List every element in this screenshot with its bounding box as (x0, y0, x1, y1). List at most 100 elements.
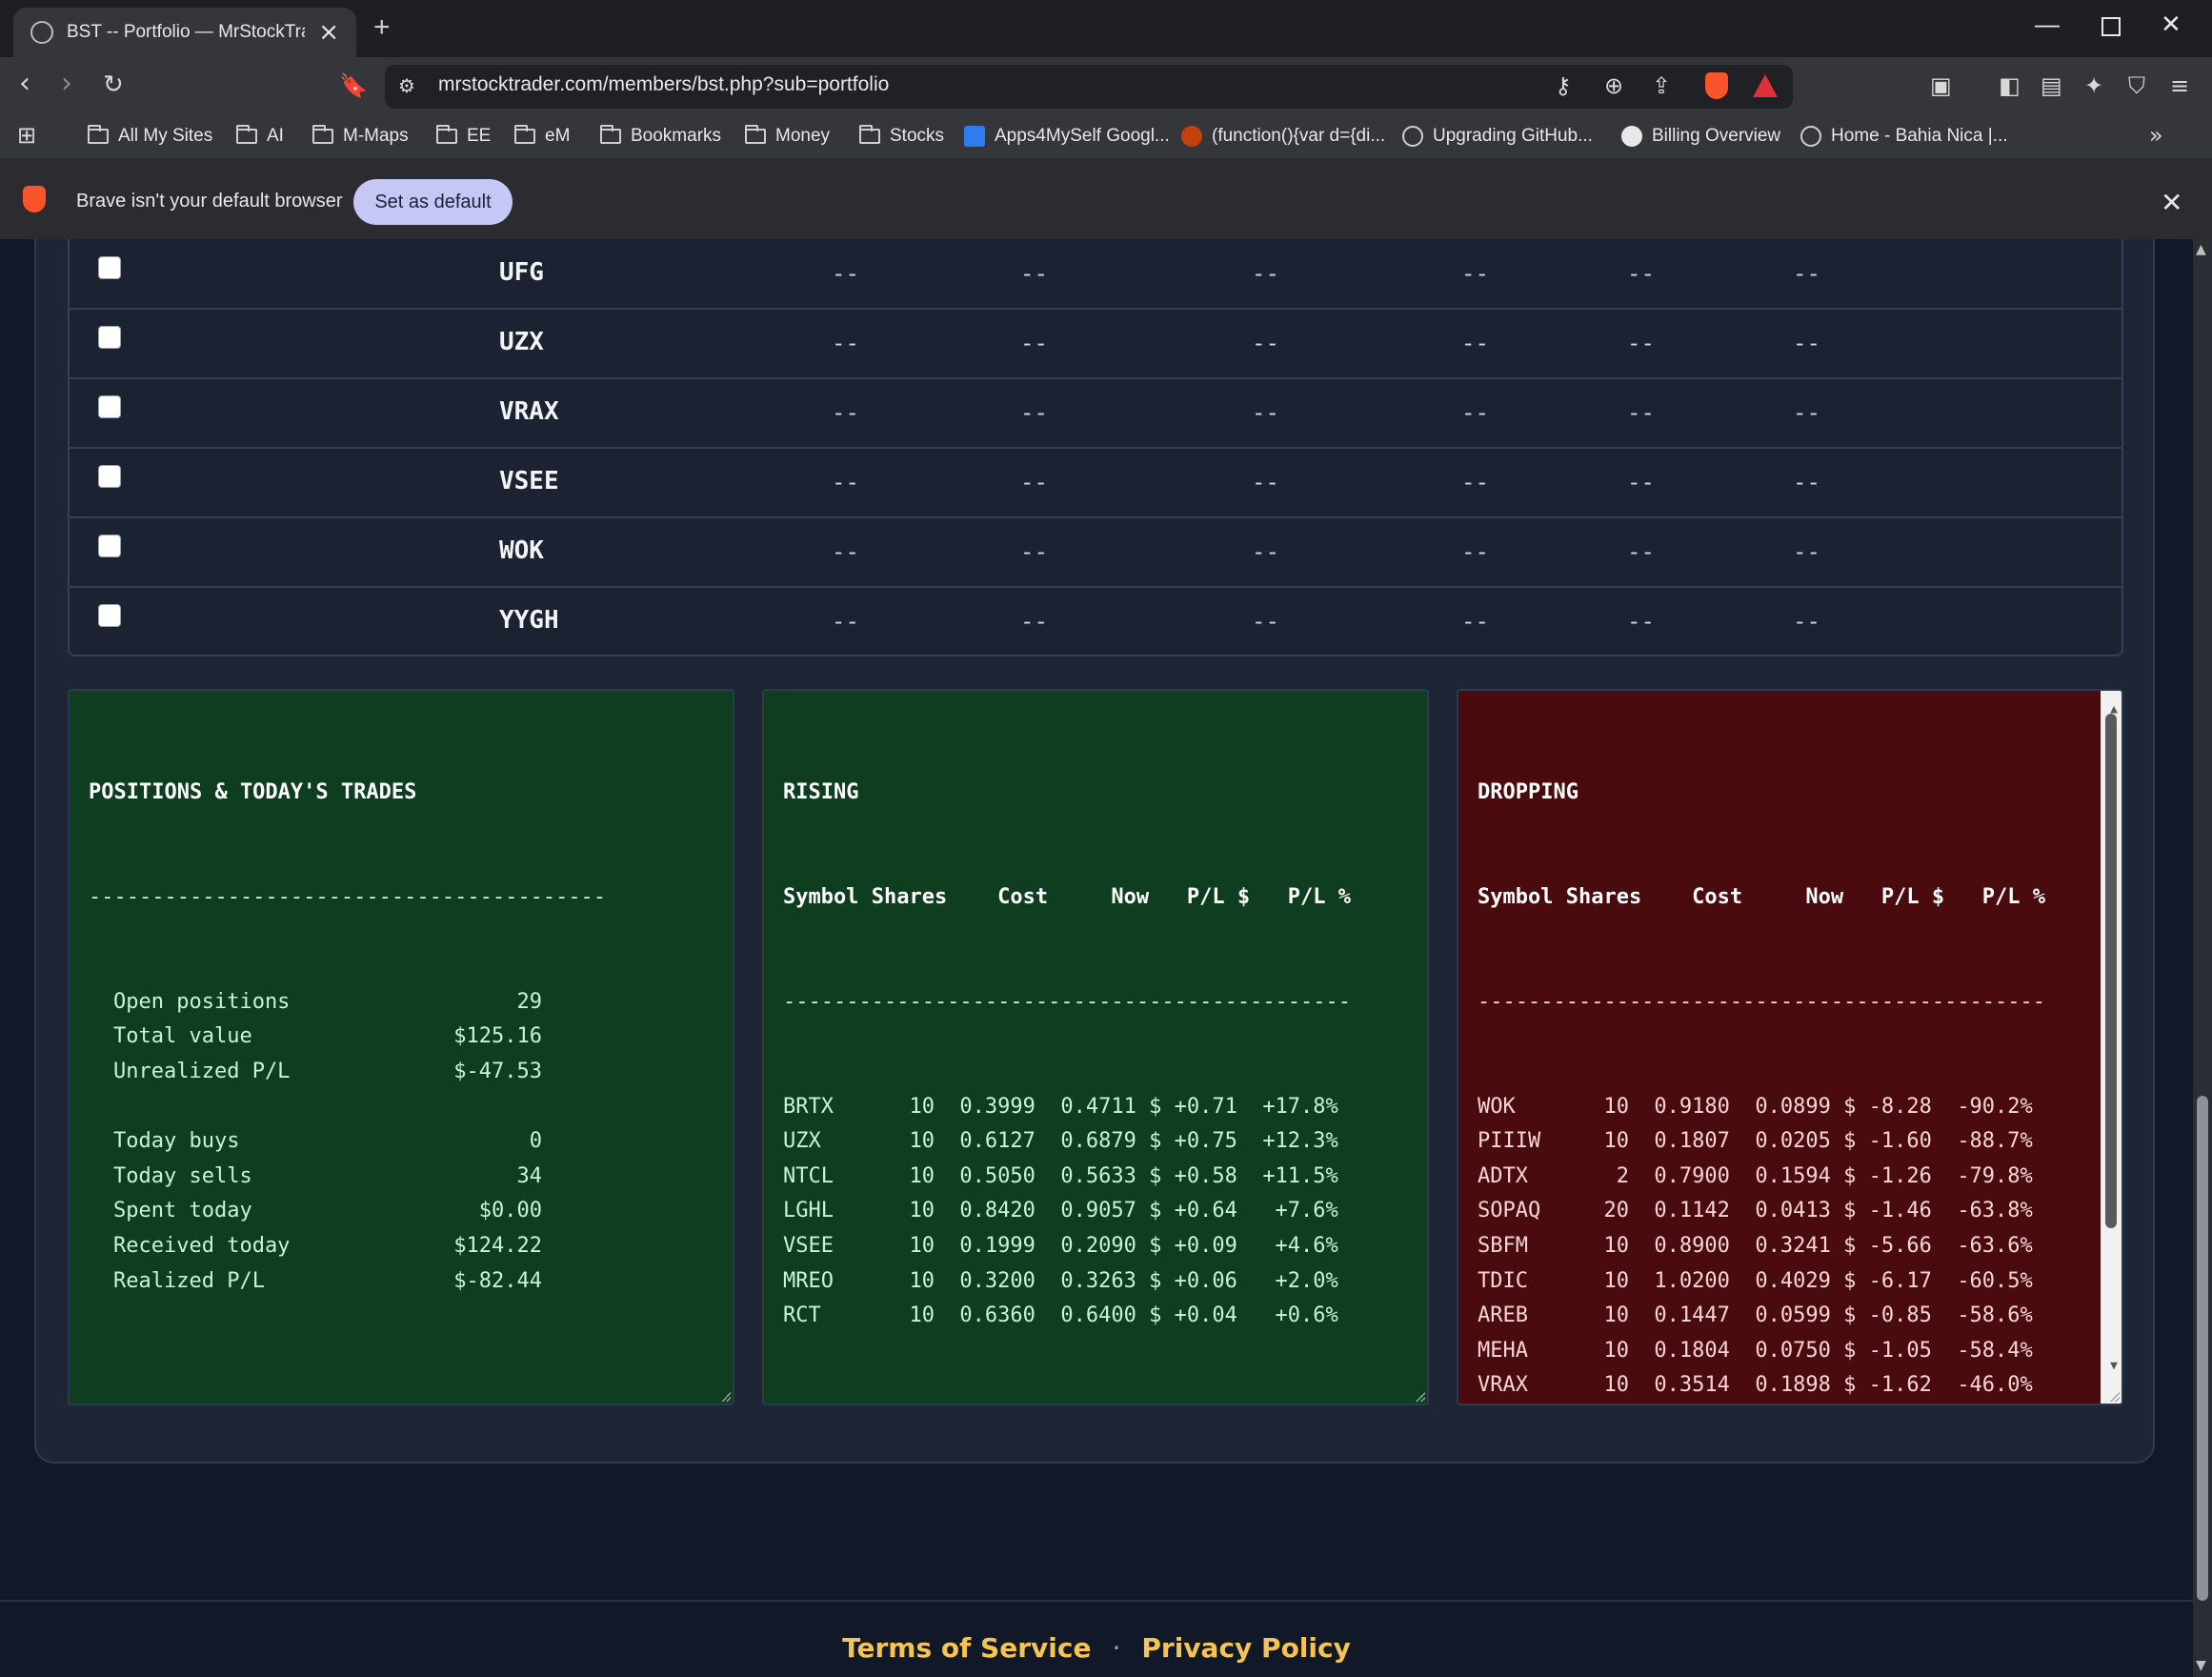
row-checkbox[interactable] (98, 395, 121, 418)
new-tab-button[interactable]: + (373, 11, 391, 44)
value-cell: -- (832, 608, 859, 635)
holdings-table: UFG -- -- -- -- -- -- UZX -- -- -- -- --… (68, 239, 2123, 657)
resize-handle[interactable] (721, 1392, 731, 1402)
tab-active[interactable]: BST -- Portfolio — MrStockTrader × (13, 8, 356, 57)
set-as-default-button[interactable]: Set as default (353, 179, 513, 225)
rising-row: UZX 10 0.6127 0.6879 $ +0.75 +12.3% (783, 1129, 1338, 1154)
wallet-icon[interactable]: ▤ (2041, 72, 2062, 99)
url-text[interactable]: mrstocktrader.com/members/bst.php?sub=po… (438, 73, 889, 96)
value-cell: -- (1020, 469, 1048, 495)
brave-rewards-icon[interactable] (1753, 74, 1778, 97)
apps-script-icon (964, 126, 985, 147)
scroll-down-icon[interactable]: ▼ (2196, 1658, 2206, 1673)
scroll-down-icon[interactable]: ▼ (2110, 1349, 2118, 1384)
dropping-row: SOPAQ 20 0.1142 0.0413 $ -1.46 -63.8% (1478, 1199, 2033, 1223)
value-cell: -- (832, 399, 859, 426)
minimize-icon[interactable]: — (2035, 10, 2060, 39)
bookmark-em[interactable]: eM (514, 122, 570, 151)
row-checkbox[interactable] (98, 604, 121, 627)
rising-header: Symbol Shares Cost Now P/L $ P/L % (783, 884, 1352, 909)
value-cell: -- (1461, 608, 1489, 635)
scroll-up-icon[interactable]: ▲ (2196, 242, 2206, 257)
reader-mode-icon[interactable]: ▣ (1930, 72, 1952, 99)
infobar-message: Brave isn't your default browser (76, 191, 343, 212)
bookmark-m-maps[interactable]: M-Maps (312, 122, 409, 151)
bookmark-home-bahia-nica[interactable]: Home - Bahia Nica |... (1800, 122, 2008, 151)
positions-divider: ----------------------------------------… (89, 884, 607, 909)
sidebar-icon[interactable]: ◧ (1999, 72, 2021, 99)
close-tab-icon[interactable]: × (318, 20, 339, 45)
bookmark-ai[interactable]: AI (236, 122, 284, 151)
maximize-icon[interactable] (2101, 17, 2121, 36)
tab-title: BST -- Portfolio — MrStockTrader (67, 22, 305, 42)
rising-title: RISING (783, 780, 859, 805)
bookmark-bookmarks[interactable]: Bookmarks (600, 122, 721, 151)
value-cell: -- (1020, 260, 1048, 287)
site-info-icon[interactable]: ⚙ (398, 74, 415, 97)
close-infobar-icon[interactable]: ✕ (2161, 187, 2182, 218)
dropping-list: WOK 10 0.9180 0.0899 $ -8.28 -90.2% PIIIW… (1478, 1090, 2102, 1404)
reload-icon[interactable]: ↻ (103, 71, 124, 99)
bookmark-money[interactable]: Money (745, 122, 830, 151)
row-checkbox[interactable] (98, 256, 121, 279)
footer: Terms of Service · Privacy Policy (0, 1632, 2193, 1664)
value-cell: -- (1020, 330, 1048, 356)
dropping-scroll-thumb[interactable] (2105, 714, 2117, 1228)
resize-handle[interactable] (2110, 1392, 2120, 1402)
positions-panel[interactable]: POSITIONS & TODAY'S TRADES -------------… (68, 689, 734, 1405)
symbol-cell: UZX (499, 328, 544, 356)
close-window-icon[interactable]: ✕ (2161, 10, 2182, 39)
value-cell: -- (832, 469, 859, 495)
value-cell: -- (1461, 399, 1489, 426)
bookmark-upgrading-github[interactable]: Upgrading GitHub... (1402, 122, 1593, 151)
bookmark-ee[interactable]: EE (436, 122, 491, 151)
value-cell: -- (1461, 330, 1489, 356)
value-cell: -- (1627, 399, 1655, 426)
value-cell: -- (1627, 469, 1655, 495)
page-scroll-thumb[interactable] (2197, 1096, 2208, 1601)
folder-icon (600, 125, 621, 144)
privacy-policy-link[interactable]: Privacy Policy (1141, 1632, 1350, 1664)
menu-icon[interactable]: ≡ (2170, 72, 2189, 99)
bookmark-all-my-sites[interactable]: All My Sites (88, 122, 212, 151)
table-row: UFG -- -- -- -- -- -- (70, 239, 2122, 310)
row-checkbox[interactable] (98, 326, 121, 349)
value-cell: -- (1020, 399, 1048, 426)
bookmark-billing-overview[interactable]: Billing Overview (1621, 122, 1780, 151)
back-icon[interactable]: ‹ (19, 67, 30, 100)
dropping-scrollbar[interactable]: ▲ ▼ (2101, 691, 2122, 1404)
value-cell: -- (1252, 469, 1279, 495)
share-icon[interactable]: ⇪ (1652, 72, 1671, 99)
folder-icon (312, 125, 333, 144)
terms-of-service-link[interactable]: Terms of Service (842, 1632, 1091, 1664)
value-cell: -- (832, 260, 859, 287)
row-checkbox[interactable] (98, 465, 121, 488)
resize-handle[interactable] (1416, 1392, 1425, 1402)
page-viewport: UFG -- -- -- -- -- -- UZX -- -- -- -- --… (0, 239, 2193, 1677)
table-row: VRAX -- -- -- -- -- -- (70, 378, 2122, 449)
vpn-icon[interactable]: ⛉ (2128, 72, 2145, 99)
apps-grid-icon[interactable]: ⊞ (17, 122, 36, 149)
key-icon[interactable]: ⚷ (1555, 72, 1572, 99)
zoom-icon[interactable]: ⊕ (1604, 72, 1623, 99)
table-row: WOK -- -- -- -- -- -- (70, 517, 2122, 588)
more-bookmarks-icon[interactable]: » (2149, 122, 2163, 149)
value-cell: -- (1252, 608, 1279, 635)
value-cell: -- (1793, 399, 1820, 426)
row-checkbox[interactable] (98, 535, 121, 557)
positions-label: Open positions (113, 989, 291, 1014)
symbol-cell: VRAX (499, 397, 559, 426)
dropping-panel[interactable]: DROPPING Symbol Shares Cost Now P/L $ P/… (1457, 689, 2123, 1405)
bookmark-function[interactable]: (function(){var d={di... (1181, 122, 1385, 151)
forward-icon[interactable]: › (61, 67, 72, 100)
positions-value: 29 (516, 989, 543, 1014)
bookmark-apps4myself[interactable]: Apps4MySelf Googl... (964, 122, 1170, 151)
bookmark-page-icon[interactable]: 🔖 (339, 72, 368, 99)
brave-shields-icon[interactable] (1705, 72, 1728, 99)
rising-panel[interactable]: RISING Symbol Shares Cost Now P/L $ P/L … (762, 689, 1429, 1405)
value-cell: -- (1020, 538, 1048, 565)
bookmark-stocks[interactable]: Stocks (859, 122, 944, 151)
positions-value: $-47.53 (453, 1059, 542, 1083)
leo-ai-icon[interactable]: ✦ (2084, 72, 2103, 99)
value-cell: -- (1793, 538, 1820, 565)
